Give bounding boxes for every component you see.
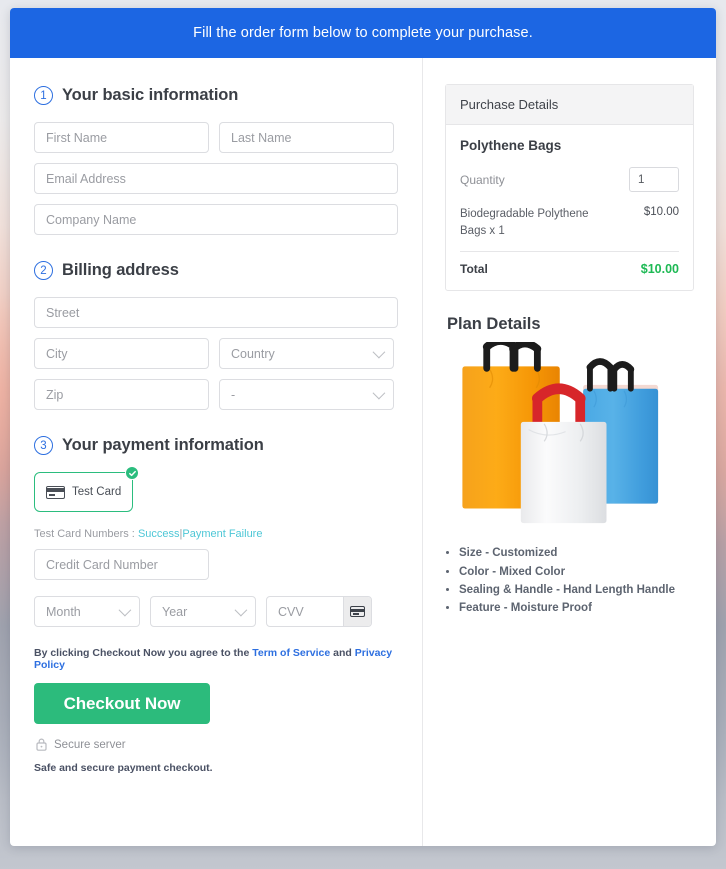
quantity-label: Quantity <box>460 172 505 187</box>
product-name: Polythene Bags <box>460 138 562 153</box>
street-input[interactable]: Street <box>34 297 398 328</box>
first-name-placeholder: First Name <box>46 130 108 145</box>
secure-server-label: Secure server <box>54 738 126 751</box>
country-placeholder: Country <box>231 346 275 361</box>
purchase-details-panel: Purchase Details Polythene Bags Quantity… <box>445 84 694 292</box>
plan-feature-item: Sealing & Handle - Hand Length Handle <box>459 582 694 598</box>
total-row: Total $10.00 <box>460 262 679 276</box>
credit-card-row: Credit Card Number <box>34 549 398 580</box>
section-payment-title: Your payment information <box>62 436 264 454</box>
street-placeholder: Street <box>46 305 80 320</box>
test-card-label: Test Card <box>72 486 122 498</box>
email-row: Email Address <box>34 163 398 194</box>
step-number-3: 3 <box>34 436 53 455</box>
line-item-description: Biodegradable Polythene Bags x 1 <box>460 208 589 237</box>
credit-card-icon <box>350 606 365 617</box>
quantity-input[interactable]: 1 <box>629 167 679 192</box>
section-basic-title: Your basic information <box>62 86 239 104</box>
test-card-numbers-label: Test Card Numbers : <box>34 528 135 540</box>
city-input[interactable]: City <box>34 338 209 369</box>
line-item-amount: $10.00 <box>643 206 679 218</box>
zip-placeholder: Zip <box>46 387 64 402</box>
cvv-input[interactable]: CVV <box>266 596 372 627</box>
order-form-column: 1 Your basic information First Name Last… <box>10 58 422 846</box>
checkout-now-button[interactable]: Checkout Now <box>34 683 210 724</box>
check-circle-icon <box>125 466 139 480</box>
expiry-month-select[interactable]: Month <box>34 596 140 627</box>
state-placeholder: - <box>231 387 236 402</box>
checkout-button-label: Checkout Now <box>63 693 181 713</box>
chevron-down-icon <box>372 345 386 359</box>
last-name-input[interactable]: Last Name <box>219 122 394 153</box>
credit-card-icon <box>46 485 65 499</box>
secure-server-row: Secure server <box>36 738 398 751</box>
purchase-details-body: Polythene Bags Quantity 1 Biodegradable … <box>446 125 693 290</box>
panel-divider <box>460 251 679 253</box>
expiry-year-select[interactable]: Year <box>150 596 256 627</box>
chevron-down-icon <box>234 603 248 617</box>
total-amount: $10.00 <box>640 262 679 277</box>
test-card-failure-link[interactable]: Payment Failure <box>182 528 262 540</box>
purchase-details-title: Purchase Details <box>446 85 693 125</box>
zip-input[interactable]: Zip <box>34 379 209 410</box>
year-placeholder: Year <box>162 604 188 619</box>
terms-of-service-link[interactable]: Term of Service <box>252 647 330 659</box>
email-placeholder: Email Address <box>46 171 126 186</box>
summary-column: Purchase Details Polythene Bags Quantity… <box>423 58 716 846</box>
company-placeholder: Company Name <box>46 212 137 227</box>
total-label: Total <box>460 262 488 277</box>
company-name-input[interactable]: Company Name <box>34 204 398 235</box>
safe-checkout-note: Safe and secure payment checkout. <box>34 762 213 774</box>
cvv-card-icon <box>343 597 371 626</box>
plan-feature-item: Color - Mixed Color <box>459 564 694 580</box>
credit-card-placeholder: Credit Card Number <box>46 557 158 572</box>
test-card-success-link[interactable]: Success <box>138 528 180 540</box>
street-row: Street <box>34 297 398 328</box>
zip-state-row: Zip - <box>34 379 398 410</box>
chevron-down-icon <box>372 386 386 400</box>
state-select[interactable]: - <box>219 379 394 410</box>
plan-feature-item: Size - Customized <box>459 545 694 561</box>
section-billing-address: 2 Billing address <box>34 261 398 280</box>
plan-features-list: Size - Customized Color - Mixed Color Se… <box>459 545 694 616</box>
quantity-row: Quantity 1 <box>460 167 679 192</box>
terms-prefix: By clicking Checkout Now you agree to th… <box>34 647 250 659</box>
polythene-bags-image <box>462 342 659 524</box>
email-input[interactable]: Email Address <box>34 163 398 194</box>
chevron-down-icon <box>118 603 132 617</box>
step-number-1: 1 <box>34 86 53 105</box>
city-country-row: City Country <box>34 338 398 369</box>
line-item-row: Biodegradable Polythene Bags x 1 $10.00 <box>460 206 679 239</box>
terms-conjunction: and <box>333 647 352 659</box>
checkout-card: Fill the order form below to complete yo… <box>10 8 716 846</box>
lock-icon <box>36 738 47 751</box>
banner-text: Fill the order form below to complete yo… <box>193 25 533 41</box>
city-placeholder: City <box>46 346 68 361</box>
country-select[interactable]: Country <box>219 338 394 369</box>
last-name-placeholder: Last Name <box>231 130 292 145</box>
first-name-input[interactable]: First Name <box>34 122 209 153</box>
page-banner: Fill the order form below to complete yo… <box>10 8 716 58</box>
section-payment-information: 3 Your payment information <box>34 436 398 455</box>
test-card-numbers-line: Test Card Numbers : Success|Payment Fail… <box>34 528 398 540</box>
step-number-2: 2 <box>34 261 53 280</box>
credit-card-number-input[interactable]: Credit Card Number <box>34 549 209 580</box>
terms-agreement-text: By clicking Checkout Now you agree to th… <box>34 647 398 671</box>
test-card-option[interactable]: Test Card <box>34 466 139 512</box>
plan-details-title: Plan Details <box>447 315 541 334</box>
company-row: Company Name <box>34 204 398 235</box>
checkout-body: 1 Your basic information First Name Last… <box>10 58 716 846</box>
cvv-placeholder: CVV <box>278 604 304 619</box>
month-placeholder: Month <box>46 604 81 619</box>
plan-feature-item: Feature - Moisture Proof <box>459 600 694 616</box>
section-basic-information: 1 Your basic information <box>34 86 398 105</box>
section-billing-title: Billing address <box>62 261 179 279</box>
name-row: First Name Last Name <box>34 122 398 153</box>
expiry-cvv-row: Month Year CVV <box>34 596 398 627</box>
